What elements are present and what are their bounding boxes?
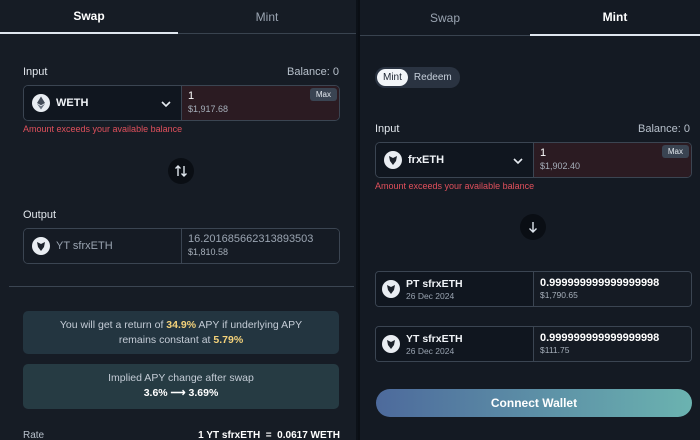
left-tabs: Swap Mint: [0, 0, 356, 34]
output-token-name: PT sfrxETH: [406, 277, 463, 290]
input-usd: $1,917.68: [188, 104, 229, 114]
rate-label: Rate: [23, 430, 45, 440]
input-token-name: frxETH: [408, 154, 445, 166]
token-selector-weth[interactable]: WETH: [24, 86, 182, 120]
tab-swap[interactable]: Swap: [0, 0, 178, 34]
return-apy: 34.9%: [166, 319, 197, 331]
constant-apy: 5.79%: [213, 334, 244, 346]
max-button[interactable]: Max: [661, 145, 689, 158]
output-label: Output: [23, 209, 57, 221]
tab-mint[interactable]: Mint: [530, 0, 700, 36]
frax-icon: [382, 280, 400, 298]
frax-icon: [32, 237, 50, 255]
output-usd: $111.75: [540, 345, 570, 355]
mint-redeem-toggle: Mint Redeem: [375, 67, 460, 88]
input-row: frxETH 1 $1,902.40 Max: [375, 142, 692, 178]
mint-panel: Swap Mint Mint Redeem Input Balance: 0 f…: [358, 0, 700, 440]
output-token-name: YT sfrxETH: [56, 240, 113, 252]
output-usd: $1,810.58: [188, 247, 229, 257]
balance-label: Balance: 0: [287, 66, 339, 78]
mode-redeem[interactable]: Redeem: [408, 69, 458, 86]
tab-mint[interactable]: Mint: [178, 0, 356, 34]
mode-mint[interactable]: Mint: [377, 69, 408, 86]
output-amount: 0.999999999999999998: [540, 277, 660, 289]
rate-value: 1 YT sfrxETH = 0.0617 WETH: [198, 430, 340, 440]
output-amount-field: 0.999999999999999998 $111.75: [534, 327, 691, 361]
right-tabs: Swap Mint: [360, 0, 700, 36]
input-token-name: WETH: [56, 97, 89, 109]
swap-panel: Swap Mint Input Balance: 0 WETH 1 $1,917…: [0, 0, 356, 440]
return-text-prefix: You will get a return of: [59, 319, 164, 331]
implied-apy-label: Implied APY change after swap: [108, 372, 254, 384]
output-amount-field: 16.201685662313893503 $1,810.58: [182, 229, 339, 263]
section-divider: [9, 286, 354, 287]
chevron-down-icon: [161, 101, 171, 108]
output-token-pt: PT sfrxETH 26 Dec 2024: [376, 272, 534, 306]
output-token-yt: YT sfrxETH 26 Dec 2024: [376, 327, 534, 361]
output-amount: 16.201685662313893503: [188, 233, 314, 245]
error-message: Amount exceeds your available balance: [375, 181, 535, 191]
output-usd: $1,790.65: [540, 290, 578, 300]
implied-apy-change: 3.6% ⟶ 3.69%: [143, 387, 219, 399]
swap-direction-button[interactable]: [168, 158, 194, 184]
input-amount-field[interactable]: 1 $1,917.68 Max: [182, 86, 339, 120]
arrow-down-icon: [529, 222, 537, 233]
input-usd: $1,902.40: [540, 161, 581, 171]
tab-swap[interactable]: Swap: [360, 0, 530, 36]
chevron-down-icon: [513, 158, 523, 165]
token-selector-frxeth[interactable]: frxETH: [376, 143, 534, 177]
frax-icon: [384, 151, 402, 169]
max-button[interactable]: Max: [309, 88, 337, 101]
balance-label: Balance: 0: [638, 123, 690, 135]
implied-apy-card: Implied APY change after swap 3.6% ⟶ 3.6…: [23, 364, 339, 409]
return-text-mid: APY if underlying APY: [198, 319, 303, 331]
return-info-card: You will get a return of 34.9% APY if un…: [23, 311, 339, 354]
input-label: Input: [375, 123, 400, 135]
output-amount-field: 0.999999999999999998 $1,790.65: [534, 272, 691, 306]
return-text-suffix: remains constant at: [118, 334, 211, 346]
error-message: Amount exceeds your available balance: [23, 124, 183, 134]
input-label: Input: [23, 66, 48, 78]
output-row-pt: PT sfrxETH 26 Dec 2024 0.999999999999999…: [375, 271, 692, 307]
connect-wallet-button[interactable]: Connect Wallet: [376, 389, 692, 417]
output-row-yt: YT sfrxETH 26 Dec 2024 0.999999999999999…: [375, 326, 692, 362]
input-amount-field[interactable]: 1 $1,902.40 Max: [534, 143, 691, 177]
output-row: YT sfrxETH 16.201685662313893503 $1,810.…: [23, 228, 340, 264]
output-token-date: 26 Dec 2024: [406, 345, 455, 356]
input-row: WETH 1 $1,917.68 Max: [23, 85, 340, 121]
output-token: YT sfrxETH: [24, 229, 182, 263]
output-token-date: 26 Dec 2024: [406, 290, 455, 301]
eth-icon: [32, 94, 50, 112]
arrow-down-button: [520, 214, 546, 240]
swap-arrows-icon: [175, 165, 187, 177]
output-token-name: YT sfrxETH: [406, 332, 463, 345]
frax-icon: [382, 335, 400, 353]
output-amount: 0.999999999999999998: [540, 332, 660, 344]
